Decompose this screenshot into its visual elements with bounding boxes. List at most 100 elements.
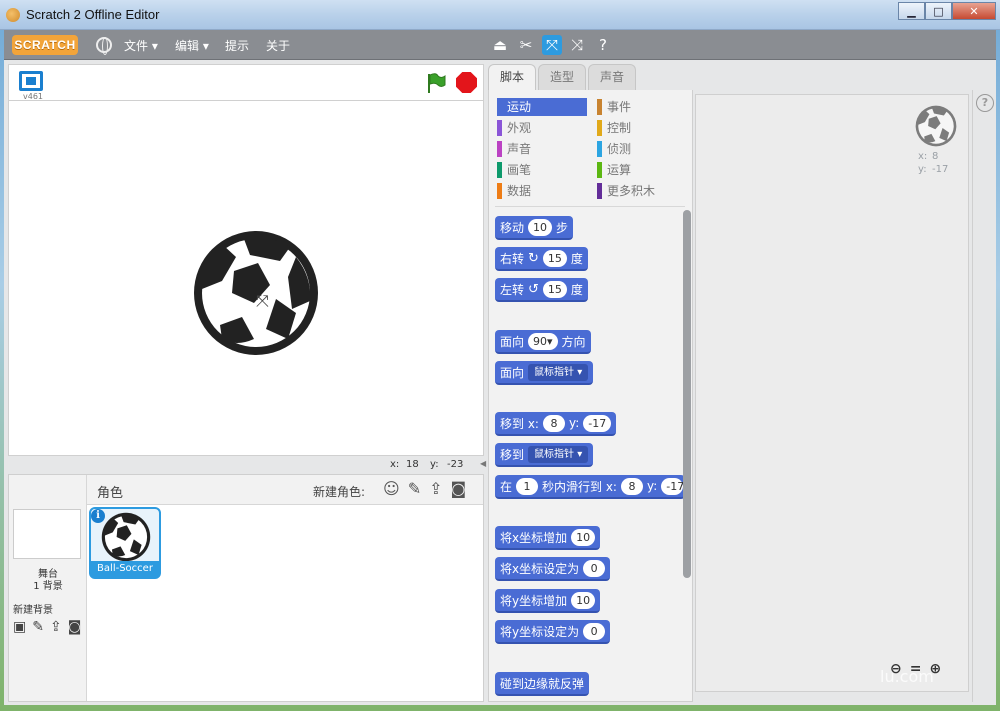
block-dropdown-target[interactable]: 鼠标指针 ▾	[528, 363, 589, 381]
new-sprite-tools: ☺ ✎ ⇪ ◙	[383, 479, 466, 498]
menu-about[interactable]: 关于	[266, 37, 290, 54]
block-input-direction[interactable]: 90▾	[528, 332, 558, 350]
zoom-out-icon[interactable]: ⊖	[890, 661, 902, 677]
move-cursor-icon: ⤧	[256, 291, 269, 310]
block-input-value[interactable]: 10	[571, 591, 596, 609]
stop-sign-icon[interactable]	[456, 72, 477, 93]
help-question-icon[interactable]: ?	[976, 94, 994, 112]
block-set-x[interactable]: 将x坐标设定为 0	[495, 557, 611, 581]
presentation-mode-icon[interactable]	[19, 71, 43, 91]
block-move-steps[interactable]: 移动 10 步	[495, 216, 574, 240]
block-text: 度	[570, 251, 583, 266]
category-more-blocks[interactable]: 更多积木	[597, 182, 687, 200]
stage-thumbnail[interactable]	[13, 509, 81, 559]
block-text: 左转	[500, 282, 525, 297]
paint-sprite-icon[interactable]: ✎	[408, 479, 421, 498]
delete-scissors-icon[interactable]: ✂	[516, 35, 536, 55]
palette-scrollbar[interactable]	[683, 210, 691, 578]
block-input-y[interactable]: -17	[583, 414, 612, 432]
block-input-y[interactable]: -17	[661, 477, 684, 495]
block-bounce-on-edge[interactable]: 碰到边缘就反弹	[495, 672, 590, 696]
duplicate-stamp-icon[interactable]: ⏏	[490, 35, 510, 55]
maximize-button[interactable]: □	[925, 2, 952, 20]
block-change-y[interactable]: 将y坐标增加 10	[495, 589, 601, 613]
block-point-in-direction[interactable]: 面向 90▾ 方向	[495, 330, 591, 354]
menubar: SCRATCH 文件 ▾ 编辑 ▾ 提示 关于 ⏏ ✂ ⤧ ⤨ ?	[4, 30, 996, 60]
block-turn-left[interactable]: 左转 ↺ 15 度	[495, 278, 588, 302]
menu-file[interactable]: 文件 ▾	[124, 37, 158, 54]
category-control[interactable]: 控制	[597, 119, 687, 137]
block-input-seconds[interactable]: 1	[516, 477, 539, 495]
camera-backdrop-icon[interactable]: ◙	[68, 619, 82, 635]
new-backdrop-label: 新建背景	[13, 605, 53, 616]
tab-costumes[interactable]: 造型	[538, 64, 586, 90]
block-text: 将x坐标设定为	[500, 561, 580, 576]
block-change-x[interactable]: 将x坐标增加 10	[495, 526, 601, 550]
grow-icon[interactable]: ⤧	[542, 35, 562, 55]
mouse-y-value: -23	[447, 459, 464, 470]
scratch-app-icon	[6, 8, 20, 22]
block-dropdown-target[interactable]: 鼠标指针 ▾	[528, 445, 589, 463]
block-goto-target[interactable]: 移到 鼠标指针 ▾	[495, 443, 594, 467]
mouse-x-value: 18	[406, 459, 419, 470]
block-point-towards[interactable]: 面向 鼠标指针 ▾	[495, 361, 594, 385]
block-input-steps[interactable]: 10	[528, 218, 553, 236]
block-input-value[interactable]: 0	[583, 559, 606, 577]
block-text: 将y坐标增加	[500, 593, 568, 608]
block-input-degrees[interactable]: 15	[542, 249, 567, 267]
block-help-icon[interactable]: ?	[593, 35, 613, 55]
block-text: 移动	[500, 220, 525, 235]
stage-header: v461	[8, 64, 484, 101]
green-flag-icon[interactable]	[425, 72, 447, 94]
shrink-icon[interactable]: ⤨	[567, 35, 587, 55]
camera-sprite-icon[interactable]: ◙	[451, 479, 467, 498]
paint-backdrop-icon[interactable]: ✎	[32, 619, 44, 635]
block-text: 移到	[500, 447, 525, 462]
window-titlebar: Scratch 2 Offline Editor ▁ □ ✕	[0, 0, 1000, 30]
mouse-x-label: x:	[390, 459, 400, 470]
sprite-library-icon[interactable]: ☺	[383, 479, 400, 498]
block-input-value[interactable]: 10	[571, 528, 596, 546]
stage-canvas[interactable]: ⤧	[8, 100, 484, 456]
collapse-stage-arrow-icon[interactable]: ◀	[480, 459, 486, 468]
sprites-title: 角色	[97, 486, 124, 501]
category-looks[interactable]: 外观	[497, 119, 587, 137]
scripts-area[interactable]: x: 8 y: -17 lu.com ⊖ = ⊕	[695, 94, 969, 692]
category-pen[interactable]: 画笔	[497, 161, 587, 179]
block-text: 碰到边缘就反弹	[500, 676, 585, 691]
block-glide-to-xy[interactable]: 在 1 秒内滑行到 x: 8 y: -17	[495, 475, 685, 499]
block-input-x[interactable]: 8	[542, 414, 565, 432]
block-set-y[interactable]: 将y坐标设定为 0	[495, 620, 611, 644]
block-input-x[interactable]: 8	[620, 477, 643, 495]
category-operators[interactable]: 运算	[597, 161, 687, 179]
zoom-in-icon[interactable]: ⊕	[929, 661, 941, 677]
window-controls: ▁ □ ✕	[898, 2, 996, 22]
block-text: 将x坐标增加	[500, 530, 568, 545]
sprite-thumbnail-ball	[101, 512, 151, 562]
backdrop-library-icon[interactable]: ▣	[13, 619, 26, 635]
scratch-logo[interactable]: SCRATCH	[12, 35, 78, 55]
zoom-controls: ⊖ = ⊕	[890, 661, 941, 677]
sprite-tile-ball-soccer[interactable]: i Ball-Soccer	[89, 507, 161, 579]
rotate-counterclockwise-icon: ↺	[528, 281, 539, 297]
minimize-button[interactable]: ▁	[898, 2, 925, 20]
category-sound[interactable]: 声音	[497, 140, 587, 158]
category-motion[interactable]: 运动	[497, 98, 587, 116]
category-data[interactable]: 数据	[497, 182, 587, 200]
category-sensing[interactable]: 侦测	[597, 140, 687, 158]
tab-sounds[interactable]: 声音	[588, 64, 636, 90]
upload-sprite-icon[interactable]: ⇪	[429, 479, 442, 498]
close-button[interactable]: ✕	[952, 2, 996, 20]
menu-edit[interactable]: 编辑 ▾	[175, 37, 209, 54]
upload-backdrop-icon[interactable]: ⇪	[50, 619, 62, 635]
tab-scripts[interactable]: 脚本	[488, 64, 536, 90]
block-turn-right[interactable]: 右转 ↻ 15 度	[495, 247, 588, 271]
block-input-degrees[interactable]: 15	[542, 280, 567, 298]
category-events[interactable]: 事件	[597, 98, 687, 116]
language-globe-icon[interactable]	[96, 37, 112, 55]
menu-tips[interactable]: 提示	[225, 37, 249, 54]
zoom-reset-icon[interactable]: =	[910, 661, 922, 677]
block-text: 步	[556, 220, 569, 235]
block-input-value[interactable]: 0	[583, 622, 606, 640]
block-goto-xy[interactable]: 移到 x: 8 y: -17	[495, 412, 617, 436]
